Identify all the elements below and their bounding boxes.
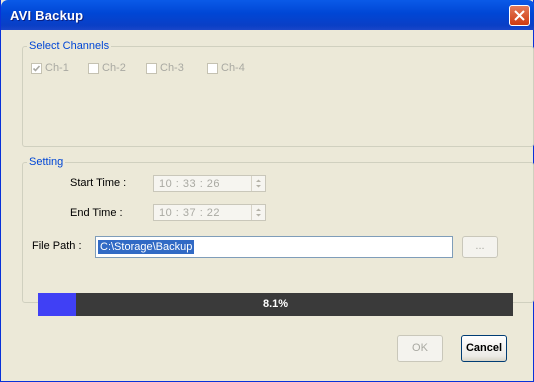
checkbox-box	[31, 63, 42, 74]
progress-text: 8.1%	[262, 298, 289, 310]
channel-label: Ch-2	[102, 62, 126, 74]
checkmark-icon	[32, 65, 41, 72]
spin-up-down-icon	[256, 208, 261, 217]
close-icon	[514, 10, 525, 21]
setting-legend: Setting	[29, 156, 64, 168]
spinner-arrows[interactable]	[251, 176, 265, 191]
end-time-label: End Time :	[70, 207, 123, 219]
title-bar[interactable]: AVI Backup	[1, 0, 534, 30]
start-time-label: Start Time :	[70, 177, 127, 189]
end-time-spinner[interactable]: 10 : 37 : 22	[153, 204, 266, 221]
end-time-value: 10 : 37 : 22	[159, 207, 221, 219]
channel-checkbox-2[interactable]: Ch-2	[88, 62, 148, 76]
ok-button[interactable]: OK	[397, 335, 443, 362]
checkbox-box	[207, 63, 218, 74]
channel-label: Ch-4	[221, 62, 245, 74]
cancel-button[interactable]: Cancel	[461, 335, 507, 362]
select-channels-group: Select Channels Ch-1 Ch-2 Ch-3 Ch-4	[22, 40, 534, 147]
channel-checkbox-1[interactable]: Ch-1	[31, 62, 91, 76]
dialog-body: Select Channels Ch-1 Ch-2 Ch-3 Ch-4 Sett…	[5, 30, 534, 378]
window-title: AVI Backup	[10, 8, 84, 23]
start-time-value: 10 : 33 : 26	[159, 178, 221, 190]
channel-checkbox-3[interactable]: Ch-3	[146, 62, 206, 76]
spin-up-down-icon	[256, 179, 261, 188]
spinner-arrows[interactable]	[251, 205, 265, 220]
select-channels-legend: Select Channels	[29, 40, 110, 52]
file-path-label: File Path :	[32, 240, 82, 252]
file-path-value: C:\Storage\Backup	[98, 240, 195, 254]
progress-bar: 8.1%	[38, 293, 513, 316]
avi-backup-dialog: AVI Backup Select Channels Ch-1 Ch-2 Ch-…	[0, 0, 534, 382]
checkbox-box	[88, 63, 99, 74]
channel-label: Ch-3	[160, 62, 184, 74]
file-path-input[interactable]: C:\Storage\Backup	[95, 236, 453, 258]
channel-label: Ch-1	[45, 62, 69, 74]
browse-button[interactable]: ...	[462, 236, 498, 258]
checkbox-box	[146, 63, 157, 74]
channel-checkbox-4[interactable]: Ch-4	[207, 62, 267, 76]
close-button[interactable]	[509, 5, 530, 26]
start-time-spinner[interactable]: 10 : 33 : 26	[153, 175, 266, 192]
